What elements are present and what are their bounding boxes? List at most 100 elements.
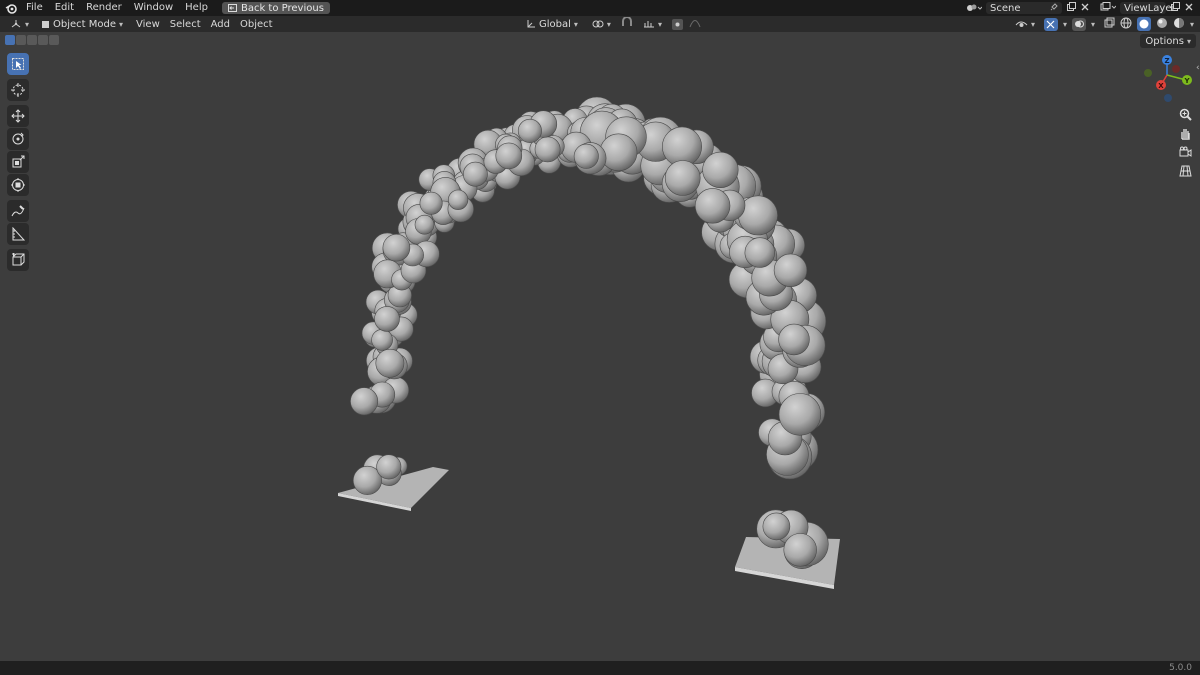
new-view-layer-icon[interactable] <box>1170 1 1180 15</box>
gizmo-x-label: X <box>1158 82 1164 90</box>
select-invert-icon[interactable] <box>38 35 48 45</box>
version-label: 5.0.0 <box>1169 663 1192 673</box>
add-cube-icon <box>12 253 25 266</box>
move-tool[interactable] <box>7 105 29 127</box>
measure-tool[interactable] <box>7 223 29 245</box>
transform-icon <box>11 178 25 192</box>
solid-shading-icon[interactable] <box>1136 17 1151 31</box>
transform-tool[interactable] <box>7 174 29 196</box>
back-to-previous-button[interactable]: Back to Previous <box>221 2 330 14</box>
proportional-edit-icon[interactable] <box>671 18 683 30</box>
workspace-selectors: Scene ViewLayer <box>966 0 1200 16</box>
camera-view-button[interactable] <box>1176 143 1194 161</box>
pin-icon[interactable] <box>1050 2 1058 14</box>
rendered-shading-icon[interactable] <box>1173 17 1185 32</box>
menu-window[interactable]: Window <box>128 0 179 16</box>
snap-toggle-icon[interactable] <box>621 16 633 31</box>
pivot-point-dropdown[interactable]: ▾ <box>588 18 615 31</box>
balloon <box>694 188 731 224</box>
cursor-arrow-icon <box>12 58 24 70</box>
visibility-dropdown[interactable]: ▾ <box>1011 18 1039 31</box>
wireframe-shading-icon[interactable] <box>1120 17 1132 32</box>
gizmo-toggle-icon[interactable] <box>1043 17 1058 31</box>
balloon <box>414 214 435 235</box>
rotate-tool[interactable] <box>7 128 29 150</box>
scene-field[interactable]: Scene <box>986 2 1062 14</box>
status-bar: 5.0.0 <box>0 661 1200 675</box>
visibility-eye-icon <box>1015 21 1028 27</box>
navigation-gizmo[interactable]: Z Y X <box>1144 55 1192 102</box>
orientation-icon <box>527 20 535 28</box>
rotate-icon <box>12 132 24 145</box>
gizmo-neg-x[interactable] <box>1172 65 1180 73</box>
menu-object[interactable]: Object <box>235 19 278 30</box>
menu-help[interactable]: Help <box>179 0 214 16</box>
viewport-3d[interactable]: Z Y X ‹ <box>0 48 1200 661</box>
menu-view[interactable]: View <box>131 19 165 30</box>
view3d-icon <box>11 20 21 28</box>
transform-tools: Global ▾ ▾ ▾ <box>522 16 701 32</box>
object-mode-icon <box>42 20 50 28</box>
transform-orientation-dropdown[interactable]: Global ▾ <box>522 18 582 31</box>
view-layer-field[interactable]: ViewLayer <box>1120 2 1176 14</box>
sidebar-toggle-icon[interactable]: ‹ <box>1196 63 1200 73</box>
menu-add[interactable]: Add <box>206 19 235 30</box>
falloff-curve-icon[interactable] <box>689 18 701 31</box>
scale-tool[interactable] <box>7 151 29 173</box>
cursor-target-icon <box>11 83 25 97</box>
shading-dropdown-icon[interactable]: ▾ <box>1190 20 1194 29</box>
perspective-toggle-button[interactable] <box>1176 162 1194 180</box>
gizmo-neg-y[interactable] <box>1144 69 1152 77</box>
object-mode-dropdown[interactable]: Object Mode ▾ <box>37 18 127 31</box>
menu-edit[interactable]: Edit <box>49 0 80 16</box>
balloon <box>664 160 701 196</box>
add-cube-tool[interactable] <box>7 249 29 271</box>
select-new-icon[interactable] <box>5 35 15 45</box>
balloon <box>773 253 808 287</box>
balloon <box>376 454 402 480</box>
balloon <box>534 136 561 163</box>
overlays-dropdown-icon[interactable]: ▾ <box>1091 20 1095 29</box>
chevron-down-icon: ▾ <box>1030 19 1035 29</box>
zoom-view-button[interactable] <box>1176 105 1194 123</box>
editor-type-dropdown[interactable]: ▾ <box>6 18 33 31</box>
tool-shelf <box>6 53 30 272</box>
cursor-tool[interactable] <box>7 79 29 101</box>
view-layer-icon[interactable] <box>1100 1 1117 15</box>
viewport-display-tools: ▾ ▾ ▾ ▾ <box>1011 16 1194 32</box>
select-extend-icon[interactable] <box>16 35 26 45</box>
select-subtract-icon[interactable] <box>27 35 37 45</box>
menu-render[interactable]: Render <box>80 0 128 16</box>
menu-file[interactable]: File <box>20 0 49 16</box>
select-intersect-icon[interactable] <box>49 35 59 45</box>
gizmo-neg-z[interactable] <box>1164 94 1172 102</box>
blender-logo-icon[interactable] <box>2 0 20 16</box>
pan-view-button[interactable] <box>1176 124 1194 142</box>
pivot-icon <box>592 20 604 28</box>
balloon <box>448 189 469 210</box>
options-dropdown[interactable]: Options ▾ <box>1140 34 1196 48</box>
scene-icon[interactable] <box>966 3 982 13</box>
xray-toggle-icon[interactable] <box>1104 17 1115 31</box>
overlays-toggle-icon[interactable] <box>1071 17 1086 31</box>
select-box-tool[interactable] <box>7 53 29 75</box>
material-shading-icon[interactable] <box>1156 17 1168 32</box>
remove-scene-icon[interactable] <box>1080 2 1090 15</box>
back-icon <box>227 4 237 12</box>
chevron-down-icon: ▾ <box>119 19 124 29</box>
balloon <box>762 512 791 541</box>
object-mode-label: Object Mode <box>53 18 117 30</box>
balloon <box>783 533 817 567</box>
balloon <box>744 237 775 268</box>
remove-view-layer-icon[interactable] <box>1184 2 1194 15</box>
gizmo-dropdown-icon[interactable]: ▾ <box>1063 20 1067 29</box>
annotate-tool[interactable] <box>7 200 29 222</box>
balloon <box>371 329 393 351</box>
snap-target-dropdown[interactable]: ▾ <box>639 18 666 31</box>
menu-select[interactable]: Select <box>165 19 206 30</box>
chevron-down-icon: ▾ <box>606 19 611 29</box>
balloon-arch[interactable] <box>350 96 829 570</box>
new-scene-icon[interactable] <box>1066 1 1076 15</box>
balloon <box>573 143 599 169</box>
hand-icon <box>1181 128 1190 140</box>
